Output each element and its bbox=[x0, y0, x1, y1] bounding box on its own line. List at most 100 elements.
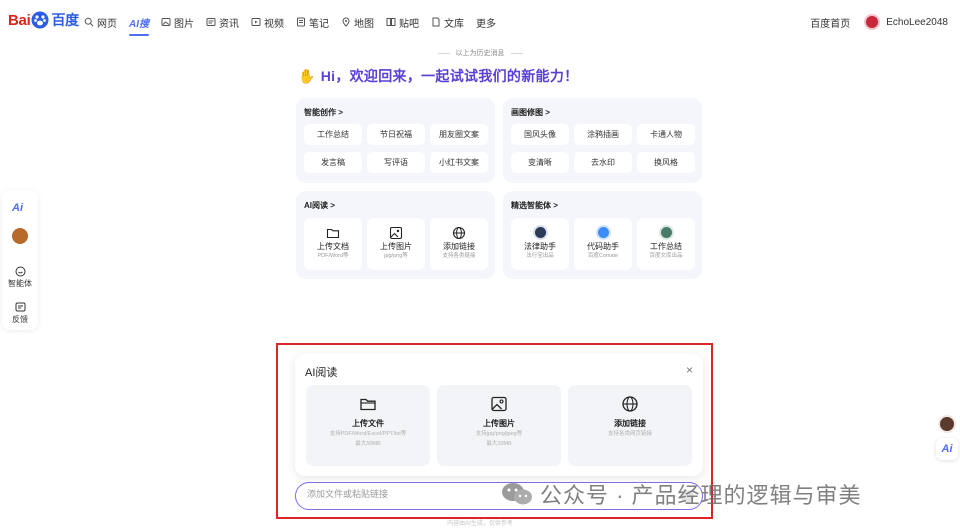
floating-ai-button[interactable]: Ai bbox=[936, 438, 958, 460]
map-icon bbox=[342, 17, 350, 27]
tile-sub: jpg/png等 bbox=[384, 253, 408, 259]
globe-icon bbox=[452, 226, 466, 240]
chip-holiday-wishes[interactable]: 节日祝福 bbox=[367, 124, 425, 145]
tieba-icon bbox=[386, 18, 396, 26]
home-link[interactable]: 百度首页 bbox=[810, 15, 850, 30]
nav-item-web[interactable]: 网页 bbox=[84, 0, 117, 44]
wechat-icon bbox=[500, 481, 534, 507]
sidebar-item-label: 智能体 bbox=[8, 279, 32, 288]
chip-guofeng-avatar[interactable]: 国风头像 bbox=[511, 124, 569, 145]
globe-icon bbox=[622, 396, 638, 412]
tile-label: 添加链接 bbox=[614, 419, 646, 428]
card-title[interactable]: 画图修图 > bbox=[511, 107, 550, 118]
chip-doodle[interactable]: 涂鸦插画 bbox=[574, 124, 632, 145]
nav-item-tieba[interactable]: 贴吧 bbox=[386, 0, 419, 44]
card-title[interactable]: 精选智能体 > bbox=[511, 200, 558, 211]
nav-label: 贴吧 bbox=[399, 18, 419, 30]
card-image-edit: 画图修图 > 国风头像 涂鸦插画 卡通人物 变清晰 去水印 换风格 bbox=[503, 98, 702, 183]
tile-upload-doc[interactable]: 上传文档 PDF/Word等 bbox=[304, 218, 362, 270]
nav-label: 图片 bbox=[174, 18, 194, 30]
card-title[interactable]: 智能创作 > bbox=[304, 107, 343, 118]
assistant-avatar[interactable] bbox=[938, 415, 956, 433]
tile-sub: PDF/Word等 bbox=[317, 253, 349, 259]
sidebar-item-label: 反馈 bbox=[12, 315, 28, 324]
mascot-avatar[interactable] bbox=[12, 228, 28, 244]
chip-comment[interactable]: 写评语 bbox=[367, 152, 425, 173]
nav-item-library[interactable]: 文库 bbox=[431, 0, 464, 44]
sidebar-ai-button[interactable]: Ai bbox=[12, 202, 23, 214]
nav-label: 地图 bbox=[354, 18, 374, 30]
welcome-text: Hi，欢迎回来，一起试试我们的新能力！ bbox=[320, 68, 579, 84]
baidu-logo[interactable]: Bai du 百度 bbox=[8, 10, 79, 30]
nav-tabs: 网页 AI搜 图片 资讯 视频 笔记 地图 贴吧 文库 更多 bbox=[84, 0, 496, 44]
history-divider: 以上为历史消息 bbox=[0, 48, 960, 58]
search-icon bbox=[84, 17, 94, 27]
nav-label: 资讯 bbox=[219, 18, 239, 30]
add-link-tile[interactable]: 添加链接 支持各类网页链接 bbox=[568, 385, 692, 466]
welcome-heading: ✋ Hi，欢迎回来，一起试试我们的新能力！ bbox=[298, 66, 578, 86]
code-assistant-icon bbox=[595, 225, 611, 240]
close-icon[interactable]: × bbox=[686, 363, 693, 377]
tile-sub: 百度Comate bbox=[587, 253, 619, 259]
note-icon bbox=[297, 17, 305, 27]
news-icon bbox=[206, 18, 216, 26]
nav-item-news[interactable]: 资讯 bbox=[206, 0, 239, 44]
history-text: 以上为历史消息 bbox=[438, 48, 523, 58]
nav-label: AI搜 bbox=[129, 18, 149, 30]
nav-label: 笔记 bbox=[309, 18, 329, 30]
sidebar-item-feedback[interactable]: 反馈 bbox=[2, 302, 38, 325]
watermark-text: 公众号 · 产品经理的逻辑与审美 bbox=[540, 483, 862, 508]
doc-icon bbox=[432, 17, 440, 27]
nav-label: 网页 bbox=[97, 18, 117, 30]
watermark: 公众号 · 产品经理的逻辑与审美 bbox=[500, 478, 862, 510]
avatar bbox=[864, 14, 881, 30]
image-icon bbox=[389, 226, 403, 240]
tile-formats: 支持各类网页链接 bbox=[607, 431, 652, 437]
sidebar-item-agents[interactable]: 智能体 bbox=[2, 266, 38, 289]
logo-text-cn: 百度 bbox=[51, 12, 79, 28]
nav-item-images[interactable]: 图片 bbox=[161, 0, 194, 44]
tile-sub: 法行宝出品 bbox=[526, 253, 554, 259]
tile-label: 上传图片 bbox=[380, 242, 412, 251]
tile-sub: 百度文库出品 bbox=[649, 253, 683, 259]
nav-label: 文库 bbox=[444, 18, 464, 30]
tile-upload-image[interactable]: 上传图片 jpg/png等 bbox=[367, 218, 425, 270]
chip-sharpen[interactable]: 变清晰 bbox=[511, 152, 569, 173]
paw-icon bbox=[31, 11, 49, 29]
legal-assistant-icon bbox=[532, 225, 548, 240]
card-smart-creation: 智能创作 > 工作总结 节日祝福 朋友圈文案 发言稿 写评语 小红书文案 bbox=[296, 98, 495, 183]
nav-item-more[interactable]: 更多 bbox=[476, 0, 496, 44]
chip-moments-copy[interactable]: 朋友圈文案 bbox=[430, 124, 488, 145]
chip-cartoon[interactable]: 卡通人物 bbox=[637, 124, 695, 145]
card-ai-read: AI阅读 > 上传文档 PDF/Word等 上传图片 jpg/png等 添加链接… bbox=[296, 191, 495, 279]
tile-sub: 支持各类链接 bbox=[442, 253, 476, 259]
feedback-icon bbox=[15, 302, 25, 312]
chip-work-summary[interactable]: 工作总结 bbox=[304, 124, 362, 145]
tile-label: 上传图片 bbox=[483, 419, 515, 428]
agent-icon bbox=[15, 266, 25, 277]
nav-item-map[interactable]: 地图 bbox=[341, 0, 374, 44]
nav-item-notes[interactable]: 笔记 bbox=[296, 0, 329, 44]
tile-add-link[interactable]: 添加链接 支持各类链接 bbox=[430, 218, 488, 270]
nav-item-video[interactable]: 视频 bbox=[251, 0, 284, 44]
folder-icon bbox=[360, 398, 376, 411]
card-title[interactable]: AI阅读 > bbox=[304, 200, 335, 211]
upload-file-tile[interactable]: 上传文件 支持PDF/Word/Excel/PPT/txt等 最大50MB bbox=[306, 385, 430, 466]
logo-text-bai: Bai bbox=[8, 11, 31, 29]
chip-remove-watermark[interactable]: 去水印 bbox=[574, 152, 632, 173]
tile-label: 法律助手 bbox=[524, 242, 556, 251]
chip-change-style[interactable]: 换风格 bbox=[637, 152, 695, 173]
tile-formats: 支持PDF/Word/Excel/PPT/txt等 bbox=[329, 431, 407, 437]
upload-image-tile[interactable]: 上传图片 支持jpg/png/jpeg等 最大10MB bbox=[437, 385, 561, 466]
nav-item-ai-search[interactable]: AI搜 bbox=[129, 0, 149, 44]
chip-xiaohongshu-copy[interactable]: 小红书文案 bbox=[430, 152, 488, 173]
user-menu[interactable]: EchoLee2048 bbox=[864, 14, 948, 30]
left-sidebar: Ai 智能体 反馈 bbox=[2, 190, 38, 330]
folder-icon bbox=[326, 228, 340, 239]
tile-agent-work-summary[interactable]: 工作总结 百度文库出品 bbox=[637, 218, 695, 270]
tile-agent-legal[interactable]: 法律助手 法行宝出品 bbox=[511, 218, 569, 270]
chip-speech[interactable]: 发言稿 bbox=[304, 152, 362, 173]
tile-agent-code[interactable]: 代码助手 百度Comate bbox=[574, 218, 632, 270]
tile-label: 上传文件 bbox=[352, 419, 384, 428]
card-featured-agents: 精选智能体 > 法律助手 法行宝出品 代码助手 百度Comate 工作总结 百度… bbox=[503, 191, 702, 279]
